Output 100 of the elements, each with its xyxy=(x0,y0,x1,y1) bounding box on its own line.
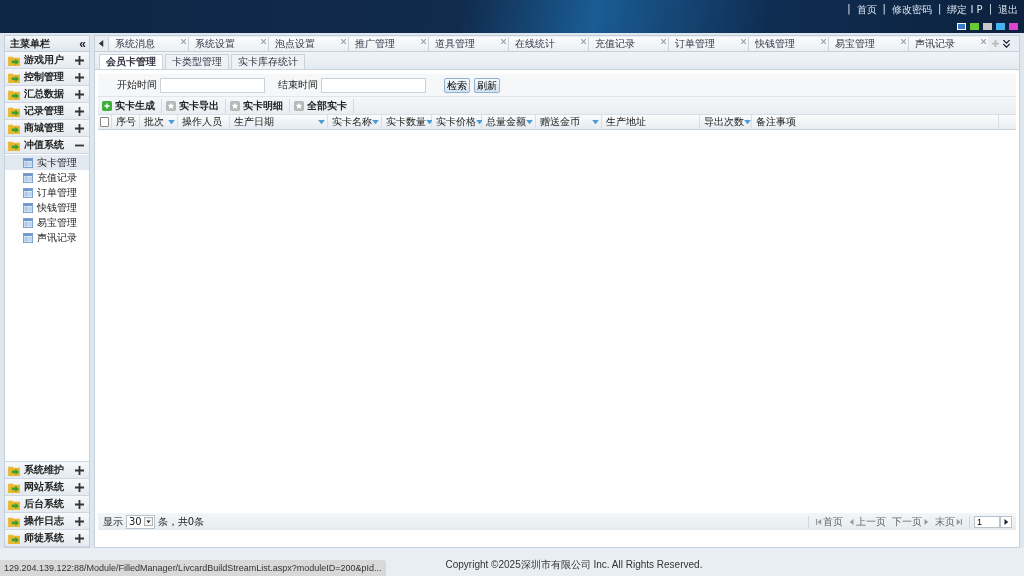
column-header[interactable]: 实卡价格 xyxy=(432,115,482,129)
menu-group[interactable]: 汇总数据 xyxy=(5,86,89,103)
close-icon[interactable] xyxy=(501,38,506,44)
page-input[interactable]: 1 xyxy=(974,515,1000,528)
column-header[interactable]: 赠送金币 xyxy=(536,115,602,129)
menu-item[interactable]: 声讯记录 xyxy=(5,230,89,245)
column-header[interactable]: 批次 xyxy=(140,115,178,129)
close-icon[interactable] xyxy=(901,38,906,44)
tab[interactable]: 声讯记录 xyxy=(908,36,988,51)
close-icon[interactable] xyxy=(181,38,186,44)
close-icon[interactable] xyxy=(421,38,426,44)
tab[interactable]: 订单管理 xyxy=(668,36,748,51)
column-header[interactable]: 生产日期 xyxy=(230,115,328,129)
tab[interactable]: 充值记录 xyxy=(588,36,668,51)
prev-page-link[interactable]: 上一页 xyxy=(849,514,886,529)
menu-group[interactable]: 冲值系统 xyxy=(5,137,89,154)
search-button[interactable]: 检索 xyxy=(444,77,470,93)
go-button[interactable] xyxy=(1000,515,1012,528)
menu-group[interactable]: 网站系统 xyxy=(5,479,89,496)
toolbar-button[interactable]: 实卡生成 xyxy=(102,98,162,113)
table-icon xyxy=(23,232,33,243)
prev-icon xyxy=(849,518,855,525)
last-page-link[interactable]: 末页 xyxy=(935,514,962,529)
column-header[interactable]: 备注事项 xyxy=(752,115,999,129)
star-icon xyxy=(166,100,176,111)
close-icon[interactable] xyxy=(821,38,826,44)
close-icon[interactable] xyxy=(341,38,346,44)
menu-item[interactable]: 易宝管理 xyxy=(5,215,89,230)
close-icon[interactable] xyxy=(261,38,266,44)
close-icon[interactable] xyxy=(981,38,986,44)
menu-group[interactable]: 控制管理 xyxy=(5,69,89,86)
menu-group[interactable]: 系统维护 xyxy=(5,462,89,479)
plus-icon xyxy=(75,482,84,492)
tab[interactable]: 推广管理 xyxy=(348,36,428,51)
plus-icon[interactable] xyxy=(992,40,999,47)
menu-group[interactable]: 操作日志 xyxy=(5,513,89,530)
tab[interactable]: 会员卡管理 xyxy=(99,54,163,69)
tab[interactable]: 实卡库存统计 xyxy=(231,54,305,69)
theme-swatch[interactable] xyxy=(996,23,1005,30)
tab[interactable]: 易宝管理 xyxy=(828,36,908,51)
star-icon xyxy=(294,100,304,111)
toolbar-button[interactable]: 实卡明细 xyxy=(230,98,290,113)
tab[interactable]: 道具管理 xyxy=(428,36,508,51)
plus-icon xyxy=(75,533,84,543)
checkbox[interactable] xyxy=(100,117,109,127)
column-header[interactable]: 导出次数 xyxy=(700,115,752,129)
toolbar-button[interactable]: 全部实卡 xyxy=(294,98,354,113)
filter-icon[interactable] xyxy=(372,119,379,125)
header-link[interactable]: 绑定 I P xyxy=(947,3,983,17)
menu-item[interactable]: 订单管理 xyxy=(5,185,89,200)
header-link[interactable]: 退出 xyxy=(998,3,1018,17)
folder-icon xyxy=(8,498,21,510)
menu-group[interactable]: 后台系统 xyxy=(5,496,89,513)
menu-group[interactable]: 游戏用户 xyxy=(5,52,89,69)
theme-swatch[interactable] xyxy=(1009,23,1018,30)
page-size-select[interactable]: 30 xyxy=(126,514,155,529)
copyright-text: Copyright ©2025深圳市有限公司 Inc. All Rights Reserved. xyxy=(445,559,703,572)
first-page-link[interactable]: 首页 xyxy=(816,514,843,529)
close-icon[interactable] xyxy=(741,38,746,44)
header-link[interactable]: 修改密码 xyxy=(891,3,932,17)
menu-item[interactable]: 充值记录 xyxy=(5,170,89,185)
theme-swatch[interactable] xyxy=(970,23,979,30)
tab[interactable]: 系统消息 xyxy=(108,36,188,51)
input-field[interactable] xyxy=(160,77,265,93)
filter-icon[interactable] xyxy=(476,119,483,125)
next-page-link[interactable]: 下一页 xyxy=(892,514,929,529)
search-button[interactable]: 刷新 xyxy=(474,77,500,93)
tab[interactable]: 系统设置 xyxy=(188,36,268,51)
filter-icon[interactable] xyxy=(168,119,175,125)
tab[interactable]: 在线统计 xyxy=(508,36,588,51)
collapse-button[interactable]: « xyxy=(79,37,86,50)
menu-group[interactable]: 商城管理 xyxy=(5,120,89,137)
filter-icon[interactable] xyxy=(426,119,433,125)
menu-item[interactable]: 快钱管理 xyxy=(5,200,89,215)
field-label: 开始时间 xyxy=(117,78,157,92)
chevron-down-icon[interactable] xyxy=(1003,39,1010,48)
folder-icon xyxy=(8,515,21,527)
plus-icon xyxy=(75,465,84,475)
menu-group[interactable]: 记录管理 xyxy=(5,103,89,120)
close-icon[interactable] xyxy=(581,38,586,44)
filter-icon[interactable] xyxy=(592,119,599,125)
theme-swatch[interactable] xyxy=(983,23,992,30)
column-header[interactable]: 总量金额 xyxy=(482,115,536,129)
header-link[interactable]: 首页 xyxy=(856,3,877,17)
toolbar-button[interactable]: 实卡导出 xyxy=(166,98,226,113)
tab[interactable]: 卡类型管理 xyxy=(165,54,229,69)
column-header[interactable]: 实卡数量 xyxy=(382,115,432,129)
tab[interactable]: 泡点设置 xyxy=(268,36,348,51)
menu-item[interactable]: 实卡管理 xyxy=(5,155,89,170)
separator: | xyxy=(988,3,992,17)
input-field[interactable] xyxy=(321,77,426,93)
tab[interactable]: 快钱管理 xyxy=(748,36,828,51)
menu-group[interactable]: 师徒系统 xyxy=(5,530,89,547)
filter-icon[interactable] xyxy=(318,119,325,125)
filter-icon[interactable] xyxy=(526,119,533,125)
close-icon[interactable] xyxy=(661,38,666,44)
scroll-left-icon[interactable] xyxy=(98,40,105,47)
column-header[interactable]: 实卡名称 xyxy=(328,115,382,129)
filter-icon[interactable] xyxy=(744,119,751,125)
theme-swatch[interactable] xyxy=(957,23,966,30)
